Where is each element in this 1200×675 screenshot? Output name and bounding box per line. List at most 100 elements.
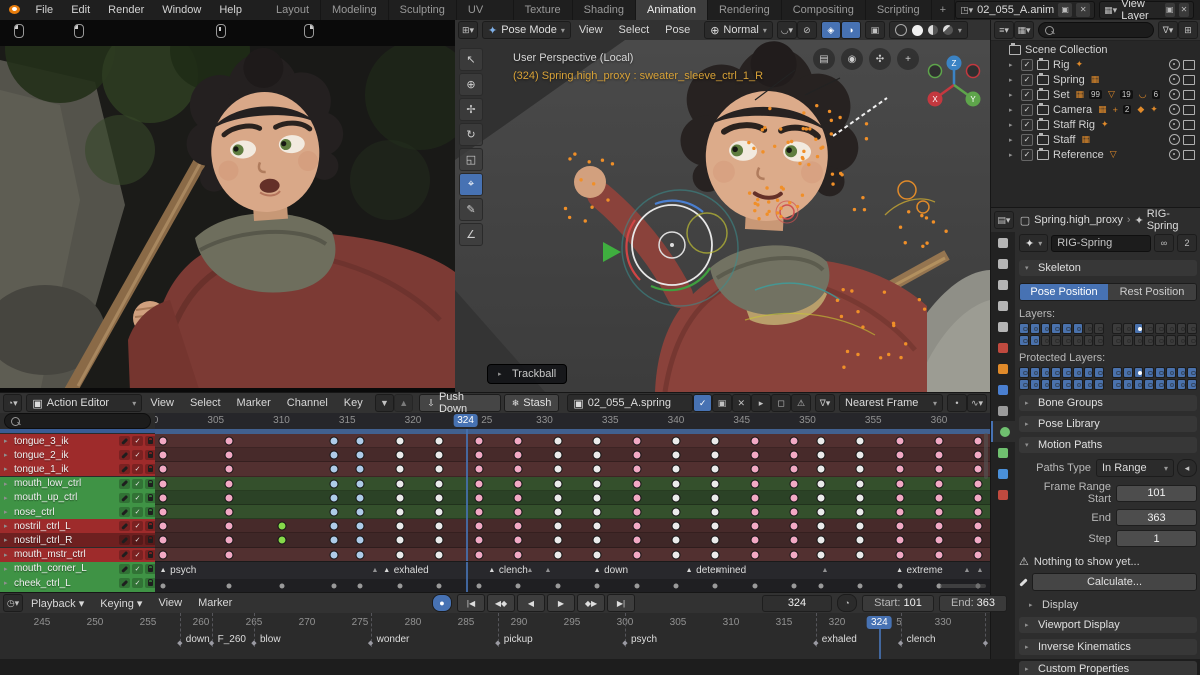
disable-viewport-icon[interactable]: [1183, 59, 1195, 70]
keyframe-351[interactable]: [816, 464, 826, 474]
layer-toggle[interactable]: [1019, 335, 1029, 346]
marker-triangle[interactable]: ▲: [594, 567, 601, 574]
layer-toggle[interactable]: [1062, 335, 1072, 346]
keyframe-354[interactable]: [855, 436, 865, 446]
marker-label-exhaled[interactable]: exhaled: [394, 565, 429, 576]
modifier-icon[interactable]: [119, 492, 130, 503]
expand-icon[interactable]: ▸: [1009, 151, 1017, 159]
panel-skeleton[interactable]: ▾ Skeleton: [1019, 260, 1197, 276]
keyframe-314[interactable]: [329, 436, 339, 446]
protected-layer-toggle[interactable]: [1112, 379, 1122, 390]
keyframe-331[interactable]: [553, 521, 563, 531]
next-keyframe-button[interactable]: ◆▶: [577, 594, 605, 612]
dopesheet-menu-view[interactable]: View: [142, 397, 182, 409]
keyframe-319[interactable]: [395, 479, 405, 489]
keyframe-337[interactable]: [632, 479, 642, 489]
modifier-icon[interactable]: [119, 549, 130, 560]
protected-layer-toggle[interactable]: [1112, 367, 1122, 378]
workspace-tab-compositing[interactable]: Compositing: [781, 0, 866, 20]
proportional-icon[interactable]: •: [947, 394, 967, 412]
current-frame-badge[interactable]: 324: [453, 414, 478, 427]
protected-layer-toggle[interactable]: [1133, 379, 1144, 390]
keyframe-331[interactable]: [553, 493, 563, 503]
filter-funnel-icon[interactable]: ∇▾: [815, 394, 835, 412]
keyframe-306[interactable]: [224, 507, 234, 517]
prev-keyframe-button[interactable]: ◀◆: [487, 594, 515, 612]
auto-keying-record-icon[interactable]: ●: [432, 594, 452, 612]
keyframe-328[interactable]: [513, 493, 523, 503]
layer-toggle[interactable]: [1176, 323, 1187, 334]
end-frame-field[interactable]: End: 363: [939, 594, 1007, 612]
summary-key[interactable]: [397, 583, 403, 589]
keyframe-316[interactable]: [355, 464, 365, 474]
keyframe-316[interactable]: [355, 493, 365, 503]
timeline-marker-F_260[interactable]: F_260: [218, 634, 246, 645]
shading-material-icon[interactable]: [927, 25, 938, 35]
marker-diamond[interactable]: ◆: [368, 639, 373, 647]
keyframe-346[interactable]: [750, 450, 760, 460]
keyframe-325[interactable]: [474, 436, 484, 446]
lock-icon[interactable]: [145, 507, 155, 517]
keyframe-360[interactable]: [934, 507, 944, 517]
lock-icon[interactable]: [145, 521, 155, 532]
snap-mode-dropdown[interactable]: Nearest Frame ▾: [839, 394, 943, 412]
menu-edit[interactable]: Edit: [62, 0, 99, 20]
editor-type-icon[interactable]: ▤▾: [994, 211, 1014, 229]
outliner-row-reference[interactable]: ▸ ✓ Reference ▽: [991, 147, 1200, 162]
layer-toggle[interactable]: [1062, 323, 1072, 334]
protected-layer-toggle[interactable]: [1165, 379, 1176, 390]
jump-to-start-button[interactable]: |◀: [457, 594, 485, 612]
collection-checkbox[interactable]: ✓: [1021, 118, 1033, 131]
modifier-icon[interactable]: [119, 535, 130, 546]
delete-scene-button[interactable]: ✕: [1076, 3, 1091, 17]
keyframe-301[interactable]: [158, 535, 168, 545]
panel-viewport-display[interactable]: ▸ Viewport Display: [1019, 617, 1197, 633]
summary-key[interactable]: [857, 583, 863, 589]
keyframe-325[interactable]: [474, 450, 484, 460]
keyframe-334[interactable]: [592, 507, 602, 517]
outliner-search[interactable]: [1038, 22, 1154, 38]
render-preview-region[interactable]: [0, 20, 455, 392]
keyframe-319[interactable]: [395, 464, 405, 474]
keyframe-331[interactable]: [553, 535, 563, 545]
marker-diamond[interactable]: ◆: [251, 639, 256, 647]
marker-label-psych[interactable]: psych: [170, 565, 196, 576]
keyframe-314[interactable]: [329, 493, 339, 503]
editor-mode-dropdown[interactable]: ▣ Action Editor ▾: [26, 394, 143, 412]
keyframe-316[interactable]: [355, 535, 365, 545]
keyframe-331[interactable]: [553, 479, 563, 489]
dopesheet-menu-select[interactable]: Select: [182, 397, 229, 409]
keyframe-301[interactable]: [158, 450, 168, 460]
keyframe-331[interactable]: [553, 550, 563, 560]
summary-key[interactable]: [673, 583, 679, 589]
protected-layer-toggle[interactable]: [1083, 367, 1094, 378]
lock-icon[interactable]: [145, 578, 155, 588]
panel-pose-library[interactable]: ▸ Pose Library: [1019, 416, 1197, 432]
keyframe-334[interactable]: [592, 493, 602, 503]
workspace-tab-scripting[interactable]: Scripting: [865, 0, 932, 20]
layer-toggle[interactable]: [1094, 335, 1104, 346]
step-field[interactable]: 1: [1116, 530, 1197, 547]
summary-key[interactable]: [791, 583, 797, 589]
keyframe-306[interactable]: [224, 436, 234, 446]
editor-type-icon[interactable]: ◔▾: [3, 394, 23, 412]
marker-triangle[interactable]: ▲: [686, 567, 693, 574]
layer-toggle[interactable]: [1122, 335, 1133, 346]
channel-mouth_mstr_ctrl[interactable]: ▸ mouth_mstr_ctrl ✓: [0, 547, 155, 562]
keyframe-314[interactable]: [329, 521, 339, 531]
properties-tab-object[interactable]: [991, 358, 1015, 379]
orientation-dropdown[interactable]: ⊕ Normal ▾: [704, 21, 773, 39]
rest-position-button[interactable]: Rest Position: [1108, 284, 1196, 300]
panel-custom-properties[interactable]: ▸ Custom Properties: [1019, 661, 1197, 675]
menu-help[interactable]: Help: [210, 0, 251, 20]
keyframe-334[interactable]: [592, 550, 602, 560]
keyframe-325[interactable]: [474, 550, 484, 560]
keyframe-346[interactable]: [750, 535, 760, 545]
keyframe-row-tongue_1_ik[interactable]: [155, 462, 990, 477]
keyframe-316[interactable]: [355, 450, 365, 460]
layer-toggle[interactable]: [1176, 335, 1187, 346]
proportional-edit-icon[interactable]: ⊘: [796, 21, 817, 39]
keyframe-351[interactable]: [816, 550, 826, 560]
snap-magnet-icon[interactable]: ◡▾: [776, 21, 797, 39]
keyframe-306[interactable]: [224, 493, 234, 503]
